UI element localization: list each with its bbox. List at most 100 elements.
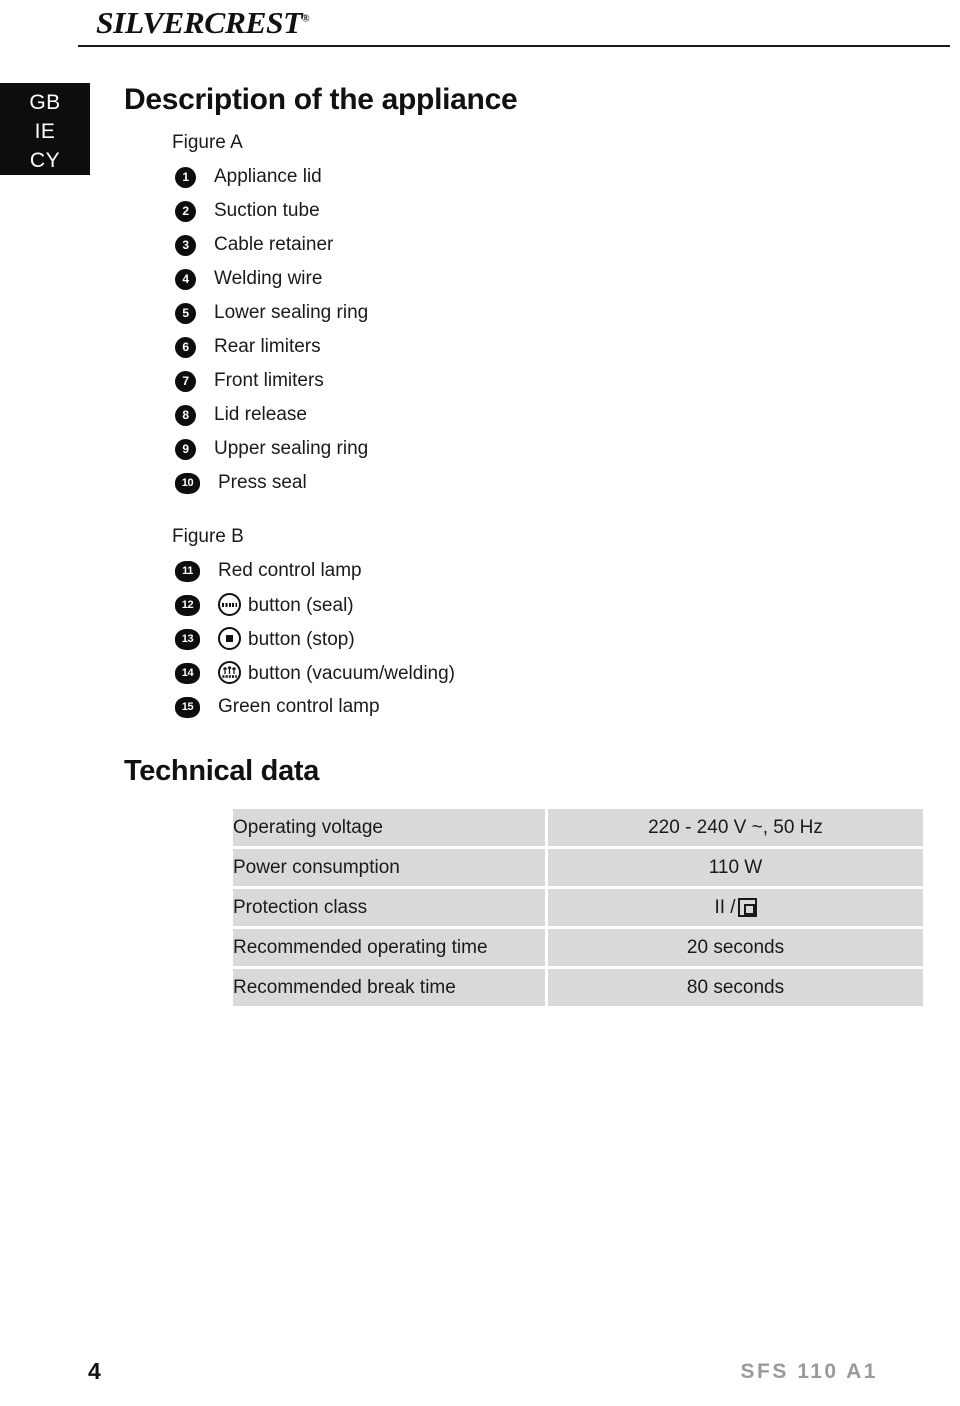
table-row: Recommended break time 80 seconds [233, 969, 923, 1006]
part-label-wrapper: button (vacuum/welding) [218, 661, 455, 685]
part-label: Lower sealing ring [214, 302, 369, 323]
protection-class-value: II / [714, 896, 757, 919]
table-cell-value: 80 seconds [548, 969, 923, 1006]
table-cell-key: Protection class [233, 889, 548, 926]
part-number-badge: 13 [175, 628, 200, 650]
part-label: button (vacuum/welding) [248, 663, 455, 684]
part-label-wrapper: Red control lamp [218, 560, 362, 582]
language-tab-block: GB IE CY [0, 83, 90, 175]
part-number-badge: 14 [175, 662, 200, 684]
part-label: Lid release [214, 404, 307, 425]
part-label-wrapper: Green control lamp [218, 696, 380, 718]
part-label: Appliance lid [214, 166, 322, 187]
table-cell-key: Power consumption [233, 849, 548, 886]
table-cell-key: Recommended operating time [233, 929, 548, 966]
part-number-badge: 6 [175, 336, 196, 358]
page-number: 4 [88, 1358, 101, 1384]
table-cell-value: 110 W [548, 849, 923, 886]
part-number-badge: 15 [175, 696, 200, 718]
part-number-badge: 10 [175, 472, 200, 494]
part-label-wrapper: Welding wire [214, 268, 322, 290]
list-item: 15 Green control lamp [124, 690, 924, 724]
model-code: SFS 110 A1 [740, 1360, 878, 1383]
part-number-badge: 7 [175, 370, 196, 392]
figure-b-label: Figure B [172, 526, 244, 547]
table-row: Protection class II / [233, 889, 923, 926]
table-row: Power consumption 110 W [233, 849, 923, 886]
part-number-badge: 9 [175, 438, 196, 460]
list-item: 4 Welding wire [124, 262, 924, 296]
part-label: Rear limiters [214, 336, 321, 357]
part-label: Front limiters [214, 370, 324, 391]
figure-a-label: Figure A [172, 132, 243, 153]
list-item: 13 button (stop) [124, 622, 924, 656]
stop-button-icon [218, 627, 241, 650]
part-number-badge: 11 [175, 560, 200, 582]
content-column: Description of the appliance Figure A 1A… [124, 80, 924, 1009]
seal-button-icon [218, 593, 241, 616]
part-number-badge: 3 [175, 234, 196, 256]
part-label-wrapper: Upper sealing ring [214, 438, 368, 460]
list-item: 3 Cable retainer [124, 228, 924, 262]
vacuum-welding-button-icon [218, 661, 241, 684]
protection-class-label: II / [714, 896, 736, 918]
registered-trademark-icon: ® [301, 13, 310, 25]
technical-data-block: Technical data Operating voltage 220 - 24… [124, 752, 924, 1009]
technical-data-table: Operating voltage 220 - 240 V ~, 50 Hz Pow… [233, 806, 923, 1009]
part-label: Red control lamp [218, 560, 362, 581]
part-label: button (stop) [248, 629, 355, 650]
list-item: 11 Red control lamp [124, 554, 924, 588]
header-divider [78, 45, 950, 47]
part-label: Cable retainer [214, 234, 334, 255]
page-title: Description of the appliance [124, 83, 518, 116]
language-tab-gb: GB [29, 91, 61, 114]
table-row: Recommended operating time 20 seconds [233, 929, 923, 966]
part-label-wrapper: button (seal) [218, 593, 354, 617]
list-item: 6 Rear limiters [124, 330, 924, 364]
table-cell-value: II / [548, 889, 923, 926]
logo-text-silver: SILVER [96, 5, 205, 40]
part-number-badge: 8 [175, 404, 196, 426]
part-label: Suction tube [214, 200, 320, 221]
table-cell-key: Recommended break time [233, 969, 548, 1006]
logo-text-crest: CREST [204, 5, 302, 40]
part-label-wrapper: Lower sealing ring [214, 302, 368, 324]
part-number-badge: 5 [175, 302, 196, 324]
part-label-wrapper: Front limiters [214, 370, 324, 392]
list-item: 7 Front limiters [124, 364, 924, 398]
part-label: Press seal [218, 472, 307, 493]
language-tab-ie: IE [34, 120, 56, 143]
part-label: button (seal) [248, 595, 354, 616]
language-tab-cy: CY [29, 149, 61, 172]
part-label-wrapper: Appliance lid [214, 166, 322, 188]
list-item: 12 button (seal) [124, 588, 924, 622]
table-cell-value: 20 seconds [548, 929, 923, 966]
part-label: Green control lamp [218, 696, 380, 717]
part-label-wrapper: Rear limiters [214, 336, 321, 358]
table-row: Operating voltage 220 - 240 V ~, 50 Hz [233, 809, 923, 846]
page-header: SILVERCREST® [0, 0, 960, 50]
part-number-badge: 12 [175, 594, 200, 616]
figure-a-parts-list: 1 Appliance lid 2 Suction tube 3 Cable retain… [124, 160, 924, 500]
part-label-wrapper: button (stop) [218, 627, 355, 651]
part-label-wrapper: Cable retainer [214, 234, 333, 256]
double-insulation-icon [737, 898, 757, 917]
list-item: 14 button (vacuum/welding) [124, 656, 924, 690]
silvercrest-logo: SILVERCREST® [96, 5, 310, 41]
list-item: 10 Press seal [124, 466, 924, 500]
part-number-badge: 4 [175, 268, 196, 290]
part-label-wrapper: Suction tube [214, 200, 320, 222]
part-label-wrapper: Press seal [218, 472, 307, 494]
list-item: 9 Upper sealing ring [124, 432, 924, 466]
part-label: Upper sealing ring [214, 438, 369, 459]
list-item: 1 Appliance lid [124, 160, 924, 194]
list-item: 5 Lower sealing ring [124, 296, 924, 330]
list-item: 2 Suction tube [124, 194, 924, 228]
part-label-wrapper: Lid release [214, 404, 307, 426]
list-item: 8 Lid release [124, 398, 924, 432]
figure-b-parts-list: 11 Red control lamp 12 button (seal) 13 butto… [124, 554, 924, 724]
part-label: Welding wire [214, 268, 323, 289]
page-footer: 4 SFS 110 A1 [0, 1346, 960, 1406]
technical-data-title: Technical data [124, 755, 320, 787]
table-cell-value: 220 - 240 V ~, 50 Hz [548, 809, 923, 846]
